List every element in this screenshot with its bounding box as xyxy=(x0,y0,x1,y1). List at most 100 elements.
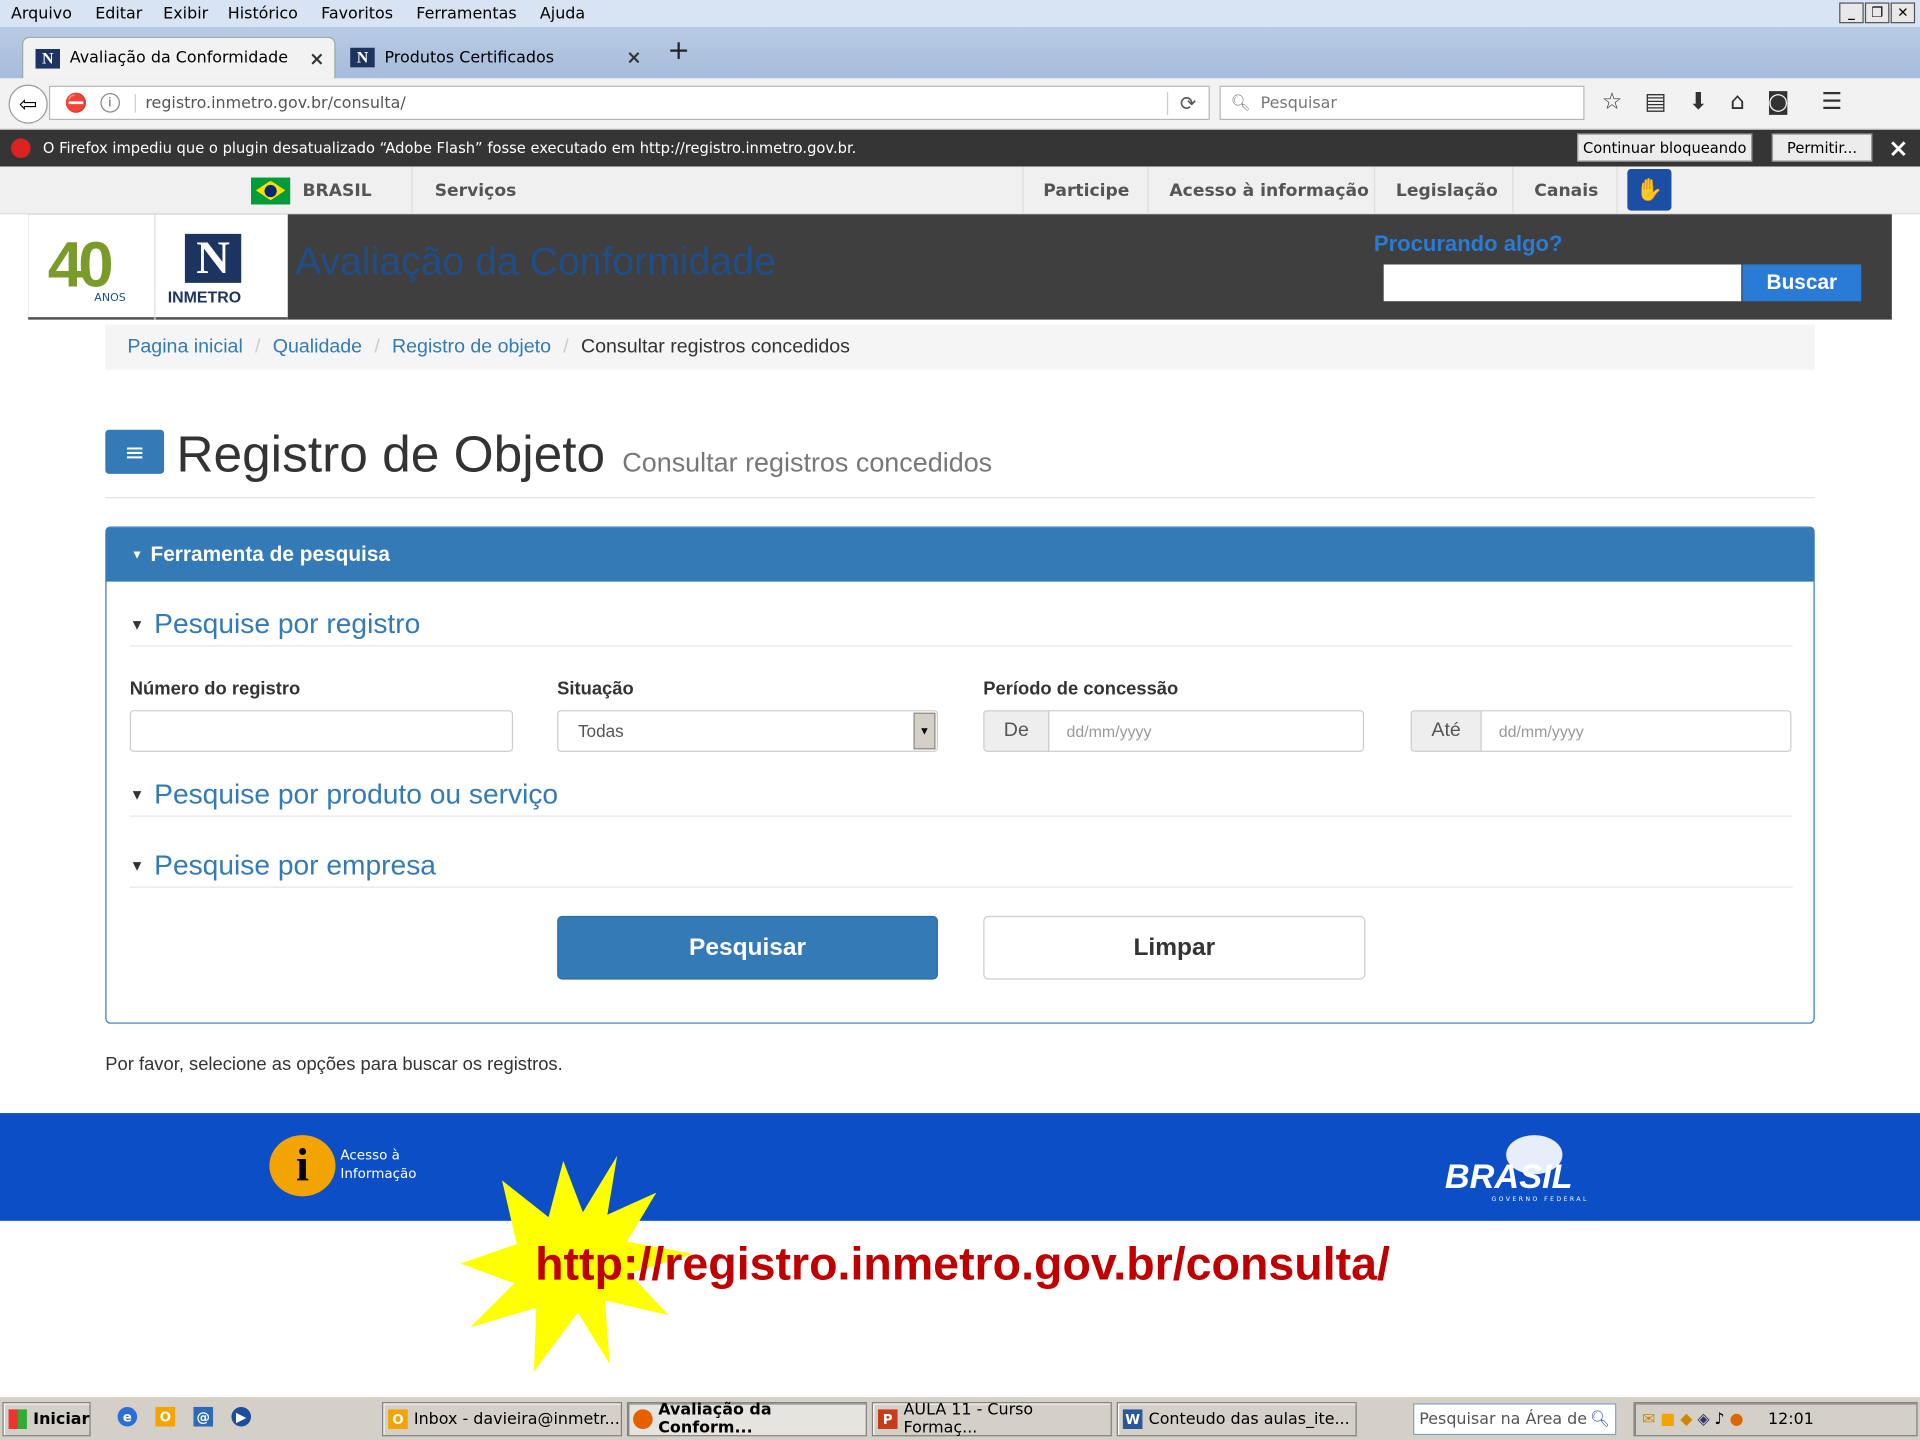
menu-editar[interactable]: Editar xyxy=(95,4,142,22)
footer-acesso-line1: Acesso à xyxy=(340,1147,400,1164)
download-icon[interactable]: ⬇ xyxy=(1689,88,1708,115)
outlook-tray-icon[interactable]: ■ xyxy=(1660,1410,1675,1428)
url-bar[interactable]: ⛔ i registro.inmetro.gov.br/consulta/ ⟳ xyxy=(48,85,1210,121)
close-notification-icon[interactable]: × xyxy=(1888,133,1909,162)
legislacao-link[interactable]: Legislação xyxy=(1396,167,1498,215)
side-menu-button[interactable]: ≡ xyxy=(105,429,165,474)
hamburger-menu-icon[interactable]: ☰ xyxy=(1821,88,1842,115)
brasil-link[interactable]: BRASIL xyxy=(251,167,372,215)
logo-area[interactable]: 40 ANOS N INMETRO xyxy=(28,214,288,320)
pesquisar-button[interactable]: Pesquisar xyxy=(557,915,938,980)
info-badge-icon: i xyxy=(269,1135,336,1197)
start-button[interactable]: Iniciar xyxy=(2,1402,91,1437)
de-date-input[interactable]: dd/mm/yyyy xyxy=(1048,710,1365,752)
logo-inmetro-text: INMETRO xyxy=(167,287,242,307)
brasil-governo-logo[interactable]: BRASIL GOVERNO FEDERAL xyxy=(1442,1133,1626,1206)
restore-icon[interactable]: ❐ xyxy=(1864,2,1890,24)
site-title[interactable]: Avaliação da Conformidade xyxy=(295,239,776,284)
tab-produtos[interactable]: N Produtos Certificados × xyxy=(338,37,651,79)
panel-header[interactable]: ▼ Ferramenta de pesquisa xyxy=(106,527,1814,582)
menu-ferramentas[interactable]: Ferramentas xyxy=(416,4,516,22)
tab-title: Avaliação da Conformidade xyxy=(69,48,289,68)
breadcrumb-registro-objeto[interactable]: Registro de objeto xyxy=(392,336,551,358)
canais-link[interactable]: Canais xyxy=(1534,167,1598,215)
home-icon[interactable]: ⌂ xyxy=(1730,88,1745,115)
ate-addon: Até xyxy=(1410,710,1482,752)
acesso-informacao-link[interactable]: Acesso à informação xyxy=(1169,167,1368,215)
buscar-button[interactable]: Buscar xyxy=(1742,264,1862,302)
taskbar-item-label: Conteudo das aulas_ite... xyxy=(1148,1410,1350,1429)
bookmark-star-icon[interactable]: ☆ xyxy=(1602,88,1623,115)
ate-date-input[interactable]: dd/mm/yyyy xyxy=(1480,710,1792,752)
numero-registro-input[interactable] xyxy=(129,710,514,752)
media-player-icon[interactable]: ▶ xyxy=(231,1406,252,1427)
participe-link[interactable]: Participe xyxy=(1043,167,1129,215)
menu-arquivo[interactable]: Arquivo xyxy=(11,4,72,22)
servicos-link[interactable]: Serviços xyxy=(435,167,517,215)
taskbar-item-firefox[interactable]: Avaliação da Conform... xyxy=(626,1401,867,1438)
window-controls: _ ❐ ✕ xyxy=(1839,2,1916,24)
sign-language-icon[interactable]: ✋ xyxy=(1627,168,1672,211)
tab-avaliacao[interactable]: N Avaliação da Conformidade × xyxy=(22,36,336,79)
menu-historico[interactable]: Histórico xyxy=(228,4,298,22)
start-label: Iniciar xyxy=(33,1410,90,1429)
outlook-icon[interactable]: O xyxy=(155,1406,176,1427)
inmetro-n-icon: N xyxy=(184,233,242,284)
plugin-notification-bar: O Firefox impediu que o plugin desatuali… xyxy=(0,129,1920,167)
taskbar-item-word[interactable]: W Conteudo das aulas_ite... xyxy=(1116,1402,1357,1437)
close-tab-icon[interactable]: × xyxy=(309,47,324,69)
browser-icon[interactable]: @ xyxy=(193,1406,214,1427)
close-tab-icon[interactable]: × xyxy=(626,47,641,69)
site-search-input[interactable] xyxy=(1383,264,1742,302)
section-registro[interactable]: ▼ Pesquise por registro xyxy=(129,602,1793,647)
volume-icon[interactable]: ♪ xyxy=(1715,1410,1725,1428)
shield-icon[interactable]: ◆ xyxy=(1680,1410,1692,1428)
internet-explorer-icon[interactable]: e xyxy=(117,1406,138,1427)
update-icon[interactable]: ● xyxy=(1730,1410,1744,1428)
limpar-button[interactable]: Limpar xyxy=(983,915,1366,980)
network-icon[interactable]: ◈ xyxy=(1697,1410,1709,1428)
info-icon[interactable]: i xyxy=(100,93,120,113)
section-produto[interactable]: ▼ Pesquise por produto ou serviço xyxy=(129,773,1793,817)
back-button[interactable]: ⇦ xyxy=(8,84,48,124)
taskbar-item-inbox[interactable]: O Inbox - davieira@inmetr... xyxy=(382,1402,623,1437)
nav-bar: ⇦ ⛔ i registro.inmetro.gov.br/consulta/ … xyxy=(0,78,1920,130)
close-window-icon[interactable]: ✕ xyxy=(1890,2,1916,24)
breadcrumb-pagina-inicial[interactable]: Pagina inicial xyxy=(127,336,242,358)
footer-acesso-line2: Informação xyxy=(340,1165,417,1182)
plugin-blocked-icon[interactable]: ⛔ xyxy=(65,92,88,114)
menu-favoritos[interactable]: Favoritos xyxy=(321,4,393,22)
desktop-search-input[interactable]: Pesquisar na Área de 🔍︎ xyxy=(1413,1403,1617,1436)
breadcrumb: Pagina inicial / Qualidade / Registro de… xyxy=(105,324,1815,370)
clock-text: 12:01 xyxy=(1767,1410,1814,1429)
search-placeholder: Pesquisar xyxy=(1260,93,1337,113)
taskbar-item-powerpoint[interactable]: P AULA 11 - Curso Formaç... xyxy=(871,1401,1112,1438)
reload-icon[interactable]: ⟳ xyxy=(1166,91,1196,115)
url-text[interactable]: registro.inmetro.gov.br/consulta/ xyxy=(134,93,406,113)
breadcrumb-current: Consultar registros concedidos xyxy=(580,336,850,357)
allow-plugin-button[interactable]: Permitir... xyxy=(1771,133,1873,162)
mail-icon[interactable]: ✉ xyxy=(1642,1410,1655,1428)
section-empresa[interactable]: ▼ Pesquise por empresa xyxy=(129,844,1793,888)
hint-text: Por favor, selecione as opções para busc… xyxy=(105,1054,563,1076)
site-header: 40 ANOS N INMETRO Avaliação da Conformid… xyxy=(28,214,1892,320)
minimize-icon[interactable]: _ xyxy=(1839,2,1864,24)
menu-ajuda[interactable]: Ajuda xyxy=(540,4,585,22)
acesso-informacao-footer-link[interactable]: i Acesso à Informação xyxy=(269,1135,440,1201)
menu-exibir[interactable]: Exibir xyxy=(163,4,208,22)
situacao-value: Todas xyxy=(577,721,624,741)
new-tab-button[interactable]: + xyxy=(667,36,690,67)
inmetro-favicon-icon: N xyxy=(350,47,375,68)
reading-list-icon[interactable]: ▤ xyxy=(1645,88,1667,115)
footer-governo-text: GOVERNO FEDERAL xyxy=(1491,1196,1589,1204)
browser-search-input[interactable]: 🔍︎ Pesquisar xyxy=(1219,85,1585,121)
40-anos-logo: 40 ANOS xyxy=(48,229,158,307)
pocket-icon[interactable]: ◙ xyxy=(1767,88,1790,115)
continue-blocking-button[interactable]: Continuar bloqueando xyxy=(1577,133,1753,162)
dropdown-arrow-icon[interactable]: ▼ xyxy=(913,712,936,750)
url-callout-text: http://registro.inmetro.gov.br/consulta/ xyxy=(535,1239,1390,1291)
situacao-select[interactable]: Todas ▼ xyxy=(557,710,938,752)
search-icon[interactable]: 🔍︎ xyxy=(1590,1410,1610,1428)
outlook-icon: O xyxy=(388,1409,408,1429)
breadcrumb-qualidade[interactable]: Qualidade xyxy=(273,336,362,358)
